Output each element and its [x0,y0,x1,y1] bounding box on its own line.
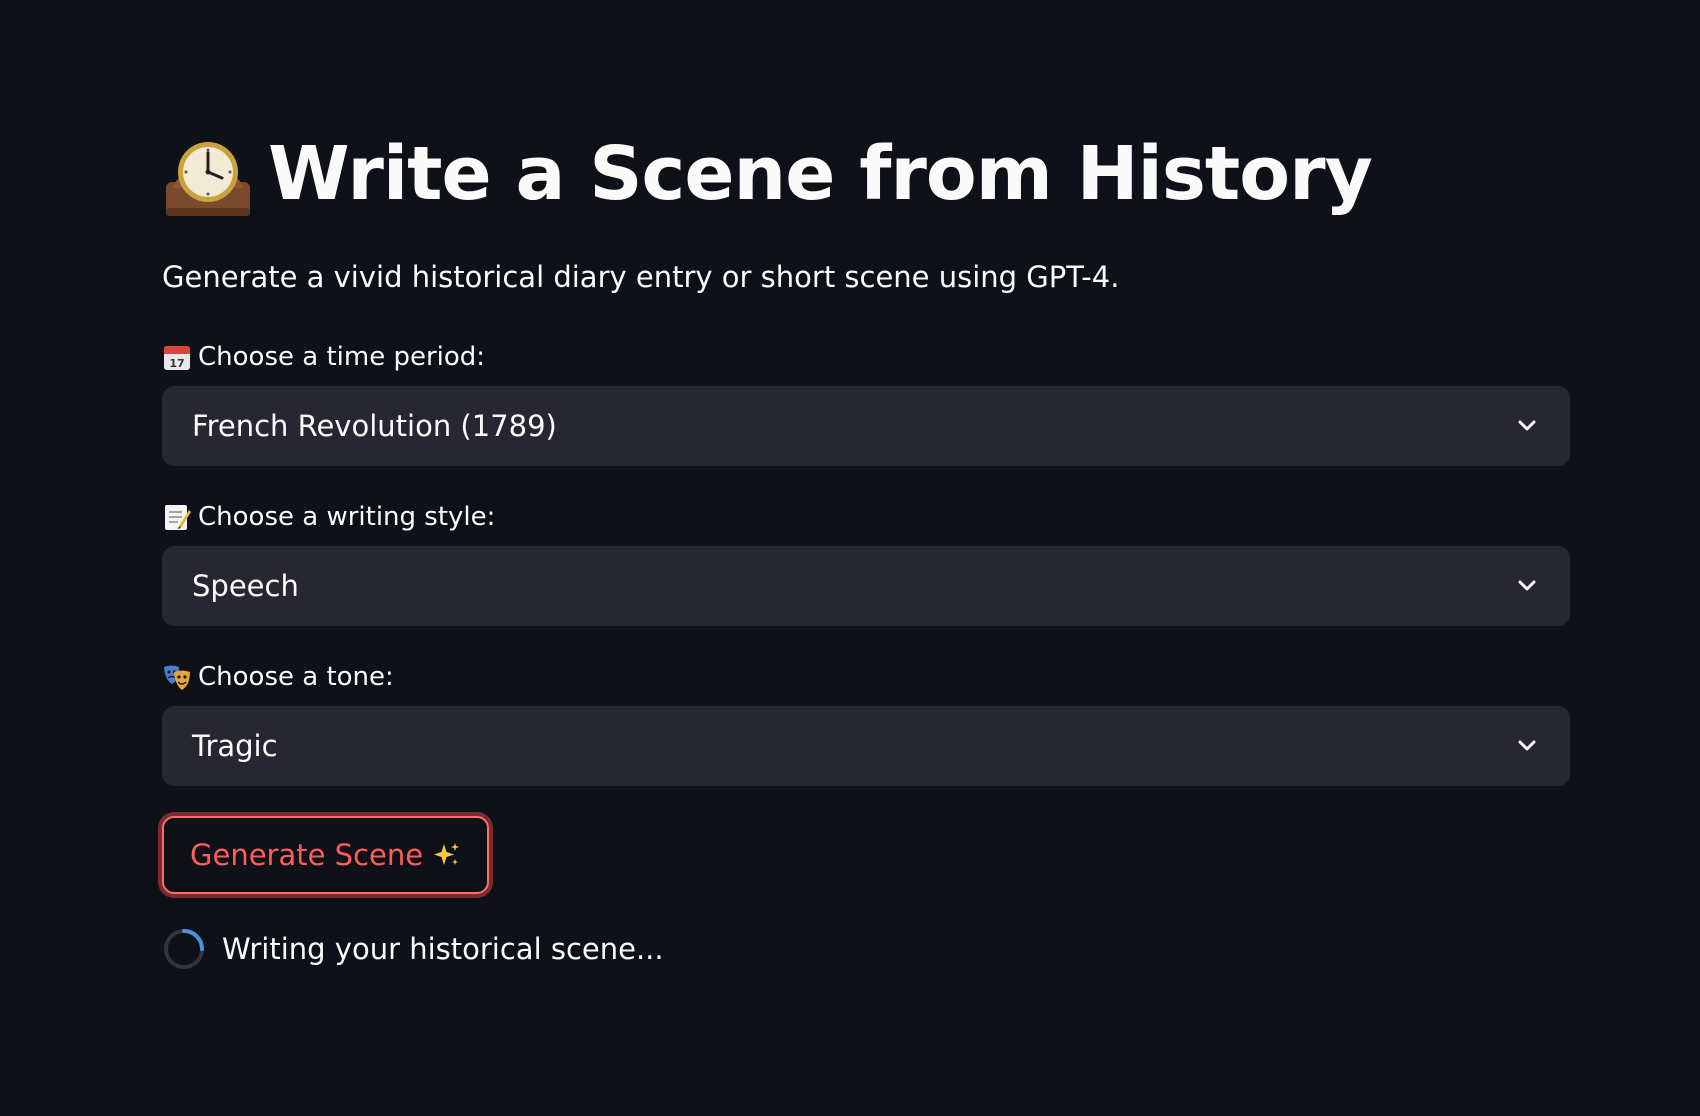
generate-scene-button[interactable]: Generate Scene [162,816,490,894]
tone-label-row: Choose a tone: [162,660,1570,694]
time-period-select[interactable]: French Revolution (1789) [162,386,1570,466]
writing-style-label-row: Choose a writing style: [162,500,1570,534]
sparkles-icon [434,843,460,865]
time-period-field: 17 Choose a time period: French Revoluti… [162,340,1570,466]
spinner-icon [164,929,204,969]
status-text: Writing your historical scene... [222,932,664,966]
chevron-down-icon [1518,740,1536,751]
time-period-label: Choose a time period: [198,342,486,372]
writing-style-selected-value: Speech [192,569,299,603]
page-header: Write a Scene from History [162,118,1570,230]
writing-style-select[interactable]: Speech [162,546,1570,626]
writing-style-field: Choose a writing style: Speech [162,500,1570,626]
main-content: Write a Scene from History Generate a vi… [162,118,1570,972]
time-period-label-row: 17 Choose a time period: [162,340,1570,374]
calendar-icon: 17 [164,346,190,370]
tone-select[interactable]: Tragic [162,706,1570,786]
svg-text:17: 17 [169,357,184,370]
app-root: Write a Scene from History Generate a vi… [0,0,1700,1116]
theater-masks-icon [164,665,190,690]
time-period-selected-value: French Revolution (1789) [192,409,557,443]
tone-field: Choose a tone: Tragic [162,660,1570,786]
chevron-down-icon [1518,580,1536,591]
page-title: Write a Scene from History [268,131,1373,217]
mantelpiece-clock-icon [166,142,250,216]
page-subtitle: Generate a vivid historical diary entry … [162,260,1120,294]
generate-scene-button-label: Generate Scene [190,838,424,872]
chevron-down-icon [1518,420,1536,431]
loading-status: Writing your historical scene... [162,926,1570,972]
memo-icon [165,505,191,530]
writing-style-label: Choose a writing style: [198,502,496,532]
tone-label: Choose a tone: [198,662,394,692]
tone-selected-value: Tragic [192,729,278,763]
